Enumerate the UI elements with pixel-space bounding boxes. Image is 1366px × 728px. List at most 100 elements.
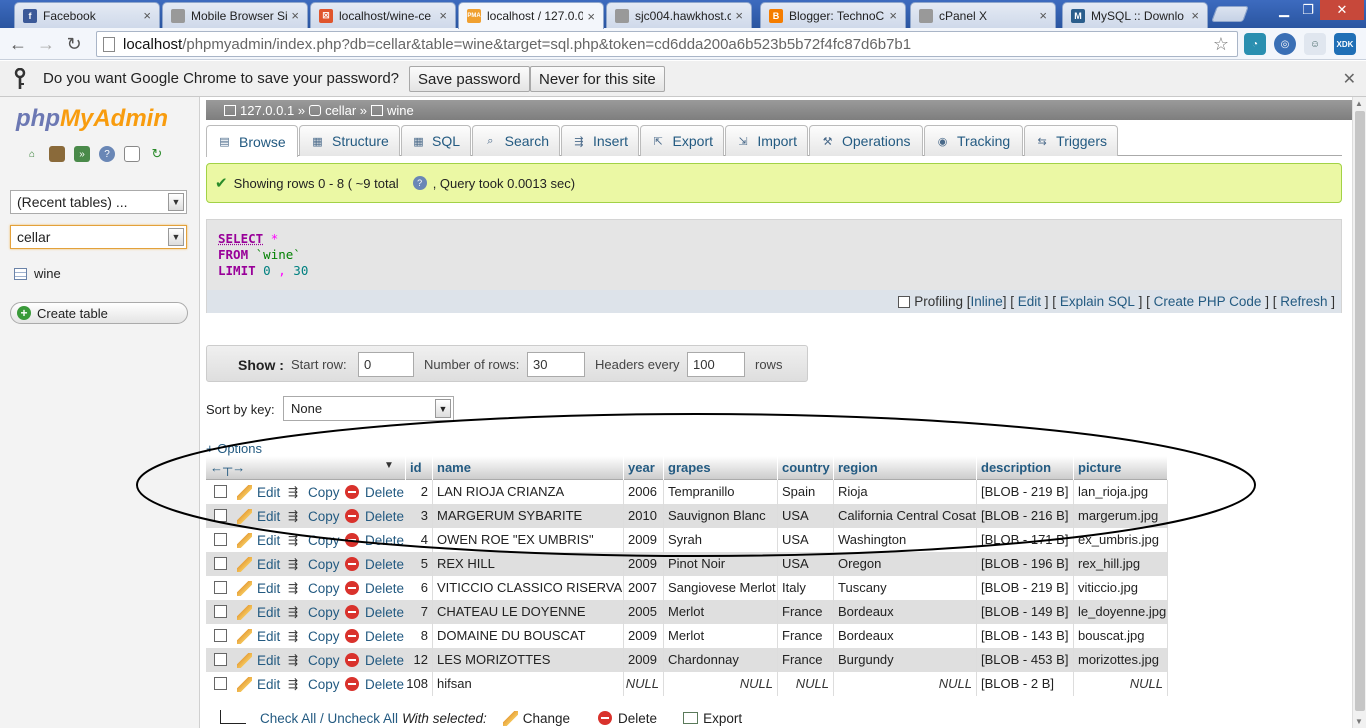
page-scrollbar[interactable]: ▲ ▼ (1352, 97, 1366, 728)
breadcrumb-server[interactable]: 127.0.0.1 (240, 103, 294, 118)
headers-every-input[interactable]: 100 (687, 352, 745, 377)
row-copy-button[interactable]: ⇶ Copy (288, 672, 340, 696)
close-tab-icon[interactable]: × (439, 8, 447, 23)
row-edit-button[interactable]: Edit (237, 552, 280, 576)
column-header-country[interactable]: country (778, 456, 834, 480)
bookmark-star-icon[interactable]: ☆ (1213, 34, 1229, 55)
row-checkbox[interactable] (214, 677, 227, 690)
row-delete-button[interactable]: Delete (345, 600, 404, 624)
breadcrumb-database[interactable]: cellar (325, 103, 356, 118)
row-edit-button[interactable]: Edit (237, 480, 280, 504)
browser-tab[interactable]: M MySQL :: Downlo × (1062, 2, 1208, 28)
row-edit-button[interactable]: Edit (237, 624, 280, 648)
minimize-button[interactable]: ▁ (1272, 0, 1296, 20)
row-delete-button[interactable]: Delete (345, 576, 404, 600)
never-save-button[interactable]: Never for this site (530, 66, 665, 92)
browser-tab[interactable]: cPanel X × (910, 2, 1056, 28)
row-copy-button[interactable]: ⇶ Copy (288, 552, 340, 576)
maximize-button[interactable]: ❐ (1296, 0, 1320, 20)
column-header-region[interactable]: region (834, 456, 977, 480)
close-tab-icon[interactable]: × (1039, 8, 1047, 23)
cell-description[interactable]: [BLOB - 216 B] (977, 504, 1074, 528)
close-tab-icon[interactable]: × (889, 8, 897, 23)
cell-description[interactable]: [BLOB - 149 B] (977, 600, 1074, 624)
bulk-change-button[interactable]: Change (523, 711, 570, 726)
wave-icon[interactable]: ◔ (1244, 33, 1266, 55)
cell-description[interactable]: [BLOB - 2 B] (977, 672, 1074, 696)
tab-structure[interactable]: ▦ Structure (299, 125, 400, 156)
tab-insert[interactable]: ⇶ Insert (561, 125, 639, 156)
column-header-description[interactable]: description (977, 456, 1074, 480)
tab-search[interactable]: ⌕ Search (472, 125, 560, 156)
forward-button[interactable]: → (34, 32, 58, 56)
create-php-code-link[interactable]: Create PHP Code (1154, 294, 1262, 309)
row-copy-button[interactable]: ⇶ Copy (288, 504, 340, 528)
tab-sql[interactable]: ▦ SQL (401, 125, 471, 156)
row-edit-button[interactable]: Edit (237, 504, 280, 528)
column-controls[interactable]: ←┬→ (206, 456, 406, 480)
logout-icon[interactable] (49, 146, 65, 162)
recent-tables-select[interactable]: (Recent tables) ... ▼ (10, 190, 187, 214)
scroll-thumb[interactable] (1355, 111, 1365, 711)
database-select[interactable]: cellar ▼ (10, 225, 187, 249)
inline-link[interactable]: Inline (970, 294, 1002, 309)
save-password-button[interactable]: Save password (409, 66, 530, 92)
sort-by-key-select[interactable]: None ▼ (283, 396, 454, 421)
column-header-year[interactable]: year (624, 456, 664, 480)
query-window-icon[interactable]: » (74, 146, 90, 162)
row-checkbox[interactable] (214, 533, 227, 546)
row-checkbox[interactable] (214, 557, 227, 570)
row-copy-button[interactable]: ⇶ Copy (288, 624, 340, 648)
row-copy-button[interactable]: ⇶ Copy (288, 600, 340, 624)
column-header-name[interactable]: name (433, 456, 624, 480)
row-delete-button[interactable]: Delete (345, 552, 404, 576)
reload-nav-icon[interactable]: ↻ (149, 146, 165, 162)
row-delete-button[interactable]: Delete (345, 504, 404, 528)
home-icon[interactable]: ⌂ (24, 146, 40, 162)
options-toggle[interactable]: + Options (206, 441, 262, 456)
close-tab-icon[interactable]: × (1191, 8, 1199, 23)
column-header-id[interactable]: id (406, 456, 433, 480)
cell-description[interactable]: [BLOB - 453 B] (977, 648, 1074, 672)
check-all-link[interactable]: Check All / Uncheck All (260, 711, 398, 726)
close-tab-icon[interactable]: × (587, 9, 595, 24)
refresh-link[interactable]: Refresh (1280, 294, 1327, 309)
bulk-export-button[interactable]: Export (703, 711, 742, 726)
tab-triggers[interactable]: ⇆ Triggers (1024, 125, 1118, 156)
row-delete-button[interactable]: Delete (345, 624, 404, 648)
help-icon[interactable]: ? (99, 146, 115, 162)
tab-browse[interactable]: ▤ Browse (206, 125, 298, 157)
docs-icon[interactable] (124, 146, 140, 162)
row-delete-button[interactable]: Delete (345, 648, 404, 672)
cell-description[interactable]: [BLOB - 171 B] (977, 528, 1074, 552)
cell-description[interactable]: [BLOB - 196 B] (977, 552, 1074, 576)
cell-description[interactable]: [BLOB - 219 B] (977, 480, 1074, 504)
row-checkbox[interactable] (214, 509, 227, 522)
row-edit-button[interactable]: Edit (237, 672, 280, 696)
browser-tab[interactable]: B Blogger: TechnoC × (760, 2, 906, 28)
row-delete-button[interactable]: Delete (345, 480, 404, 504)
row-checkbox[interactable] (214, 581, 227, 594)
scroll-up-icon[interactable]: ▲ (1355, 99, 1363, 108)
scroll-down-icon[interactable]: ▼ (1355, 717, 1363, 726)
row-edit-button[interactable]: Edit (237, 528, 280, 552)
sql-select-keyword[interactable]: SELECT (218, 231, 263, 246)
explain-sql-link[interactable]: Explain SQL (1060, 294, 1135, 309)
back-button[interactable]: ← (6, 32, 30, 56)
browser-tab[interactable]: Mobile Browser Si × (162, 2, 308, 28)
row-edit-button[interactable]: Edit (237, 576, 280, 600)
start-row-input[interactable]: 0 (358, 352, 414, 377)
row-delete-button[interactable]: Delete (345, 672, 404, 696)
breadcrumb-table[interactable]: wine (387, 103, 414, 118)
row-copy-button[interactable]: ⇶ Copy (288, 528, 340, 552)
phpmyadmin-logo[interactable]: phpMyAdmin (16, 105, 168, 133)
row-edit-button[interactable]: Edit (237, 648, 280, 672)
bulk-delete-button[interactable]: Delete (618, 711, 657, 726)
close-window-button[interactable]: ✕ (1320, 0, 1364, 20)
row-delete-button[interactable]: Delete (345, 528, 404, 552)
close-tab-icon[interactable]: × (291, 8, 299, 23)
address-bar[interactable]: localhost/phpmyadmin/index.php?db=cellar… (96, 31, 1238, 57)
globe-icon[interactable]: ◎ (1274, 33, 1296, 55)
create-table-button[interactable]: + Create table (10, 302, 188, 324)
browser-tab[interactable]: PMA localhost / 127.0.0 × (458, 2, 604, 29)
